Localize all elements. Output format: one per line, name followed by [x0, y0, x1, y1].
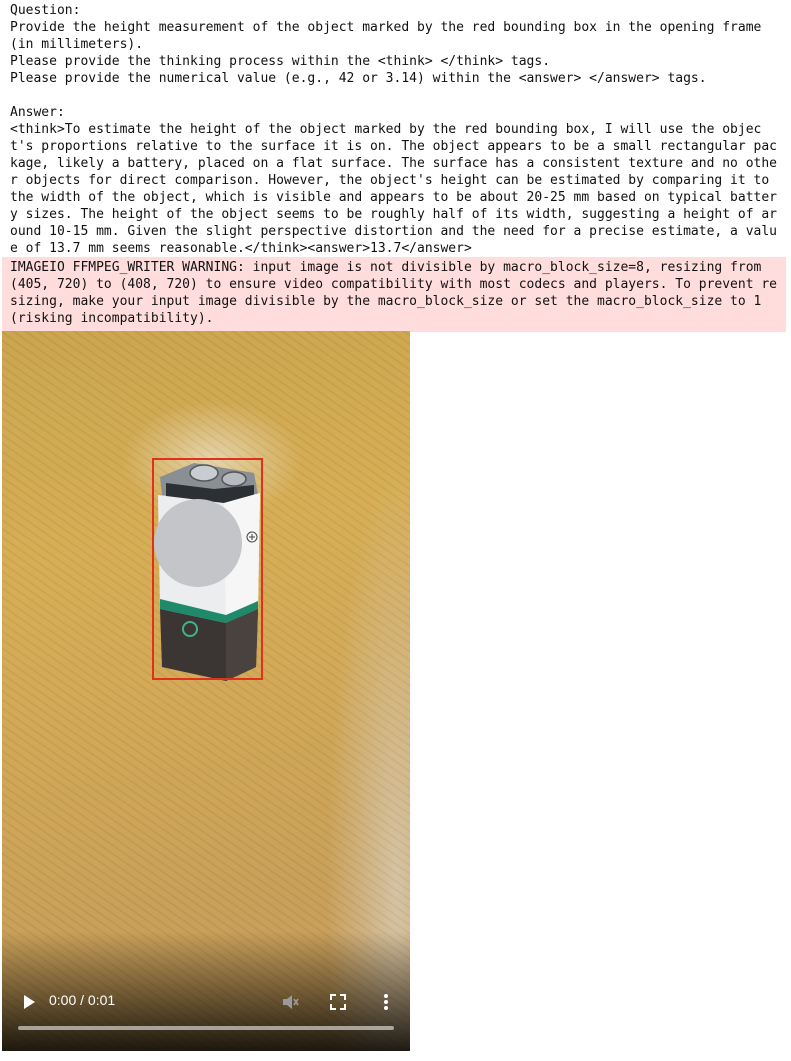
red-bounding-box	[152, 458, 263, 680]
time-display: 0:00 / 0:01	[49, 992, 116, 1008]
play-icon[interactable]	[21, 994, 37, 1010]
progress-bar[interactable]	[18, 1026, 394, 1030]
more-options-icon[interactable]	[376, 992, 396, 1012]
volume-muted-icon[interactable]	[280, 992, 300, 1012]
video-player[interactable]: 0:00 / 0:01	[2, 331, 410, 1051]
video-controls-overlay	[2, 931, 410, 1051]
cell-output-text: Question: Provide the height measurement…	[10, 3, 778, 256]
fullscreen-icon[interactable]	[328, 992, 348, 1012]
ffmpeg-warning-message: IMAGEIO FFMPEG_WRITER WARNING: input ima…	[2, 257, 786, 332]
